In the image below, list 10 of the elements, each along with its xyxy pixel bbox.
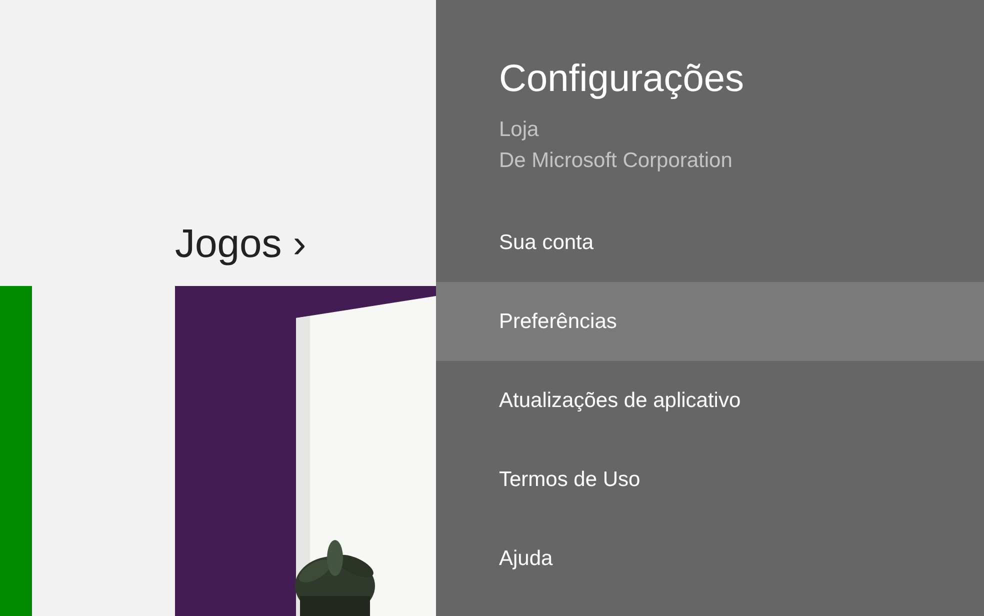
panel-title: Configurações — [499, 57, 746, 102]
settings-item[interactable]: Termos de Uso — [436, 440, 984, 519]
settings-item[interactable]: Sua conta — [436, 203, 984, 282]
app-name: Loja — [499, 117, 540, 143]
app-tile[interactable] — [0, 286, 32, 616]
settings-item[interactable]: Ajuda — [436, 519, 984, 598]
app-publisher: De Microsoft Corporation — [499, 148, 734, 174]
settings-item[interactable]: Atualizações de aplicativo — [436, 361, 984, 440]
settings-item[interactable]: Preferências — [436, 282, 984, 361]
section-title[interactable]: Jogos › — [175, 224, 306, 264]
